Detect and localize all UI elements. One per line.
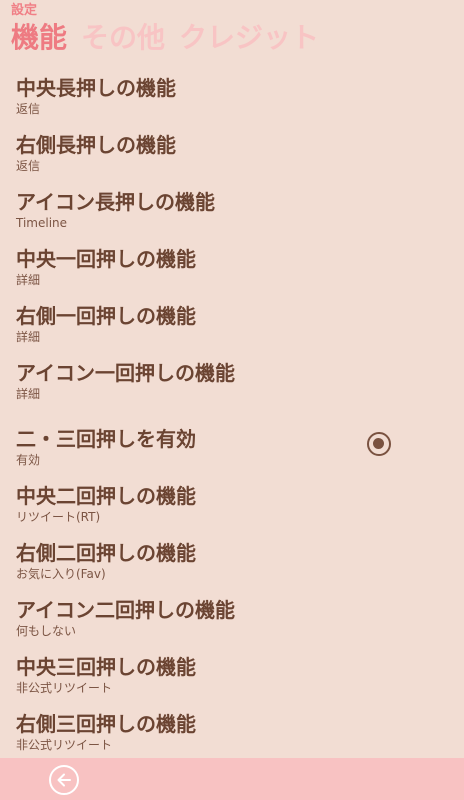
setting-center-triple-tap[interactable]: 中央三回押しの機能 非公式リツイート: [16, 653, 456, 710]
setting-icon-double-tap[interactable]: アイコン二回押しの機能 何もしない: [16, 596, 456, 653]
setting-name: アイコン長押しの機能: [16, 190, 215, 214]
setting-name: 中央一回押しの機能: [16, 247, 196, 271]
pivot-header: 機能 その他 クレジット: [11, 20, 319, 56]
setting-name: 中央長押しの機能: [16, 76, 176, 100]
setting-value: Timeline: [16, 216, 68, 230]
setting-name: アイコン二回押しの機能: [16, 598, 235, 622]
setting-value: リツイート(RT): [16, 510, 101, 524]
setting-name: 右側長押しの機能: [16, 133, 176, 157]
back-button[interactable]: [49, 765, 79, 795]
setting-value: 返信: [16, 159, 41, 173]
radio-checked-dot: [373, 438, 384, 449]
setting-value: 詳細: [16, 387, 41, 401]
tab-other[interactable]: その他: [81, 20, 165, 56]
setting-center-long-press[interactable]: 中央長押しの機能 返信: [16, 74, 456, 131]
setting-right-single-tap[interactable]: 右側一回押しの機能 詳細: [16, 302, 456, 359]
setting-name: 中央二回押しの機能: [16, 484, 196, 508]
setting-name: 中央三回押しの機能: [16, 655, 196, 679]
setting-value: 非公式リツイート: [16, 738, 113, 752]
setting-value: 有効: [16, 453, 41, 467]
setting-value: お気に入り(Fav): [16, 567, 106, 581]
setting-enable-double-triple-tap[interactable]: 二・三回押しを有効 有効: [16, 416, 456, 482]
setting-value: 詳細: [16, 273, 41, 287]
setting-name: 右側二回押しの機能: [16, 541, 196, 565]
setting-value: 非公式リツイート: [16, 681, 113, 695]
tab-features[interactable]: 機能: [11, 20, 67, 56]
setting-icon-long-press[interactable]: アイコン長押しの機能 Timeline: [16, 188, 456, 245]
setting-name: 右側三回押しの機能: [16, 712, 196, 736]
setting-right-long-press[interactable]: 右側長押しの機能 返信: [16, 131, 456, 188]
setting-name: 右側一回押しの機能: [16, 304, 196, 328]
setting-right-double-tap[interactable]: 右側二回押しの機能 お気に入り(Fav): [16, 539, 456, 596]
app-bar: [0, 758, 464, 800]
setting-value: 何もしない: [16, 624, 77, 638]
tab-credits[interactable]: クレジット: [179, 20, 319, 56]
setting-icon-single-tap[interactable]: アイコン一回押しの機能 詳細: [16, 359, 456, 416]
settings-page: 設定 機能 その他 クレジット 中央長押しの機能 返信 右側長押しの機能 返信 …: [0, 0, 464, 800]
setting-center-double-tap[interactable]: 中央二回押しの機能 リツイート(RT): [16, 482, 456, 539]
settings-list: 中央長押しの機能 返信 右側長押しの機能 返信 アイコン長押しの機能 Timel…: [16, 74, 456, 767]
setting-value: 詳細: [16, 330, 41, 344]
enable-radio-button[interactable]: [367, 432, 391, 456]
setting-name: アイコン一回押しの機能: [16, 361, 235, 385]
setting-center-single-tap[interactable]: 中央一回押しの機能 詳細: [16, 245, 456, 302]
app-title: 設定: [11, 3, 38, 18]
back-arrow-icon: [57, 773, 71, 787]
setting-value: 返信: [16, 102, 41, 116]
